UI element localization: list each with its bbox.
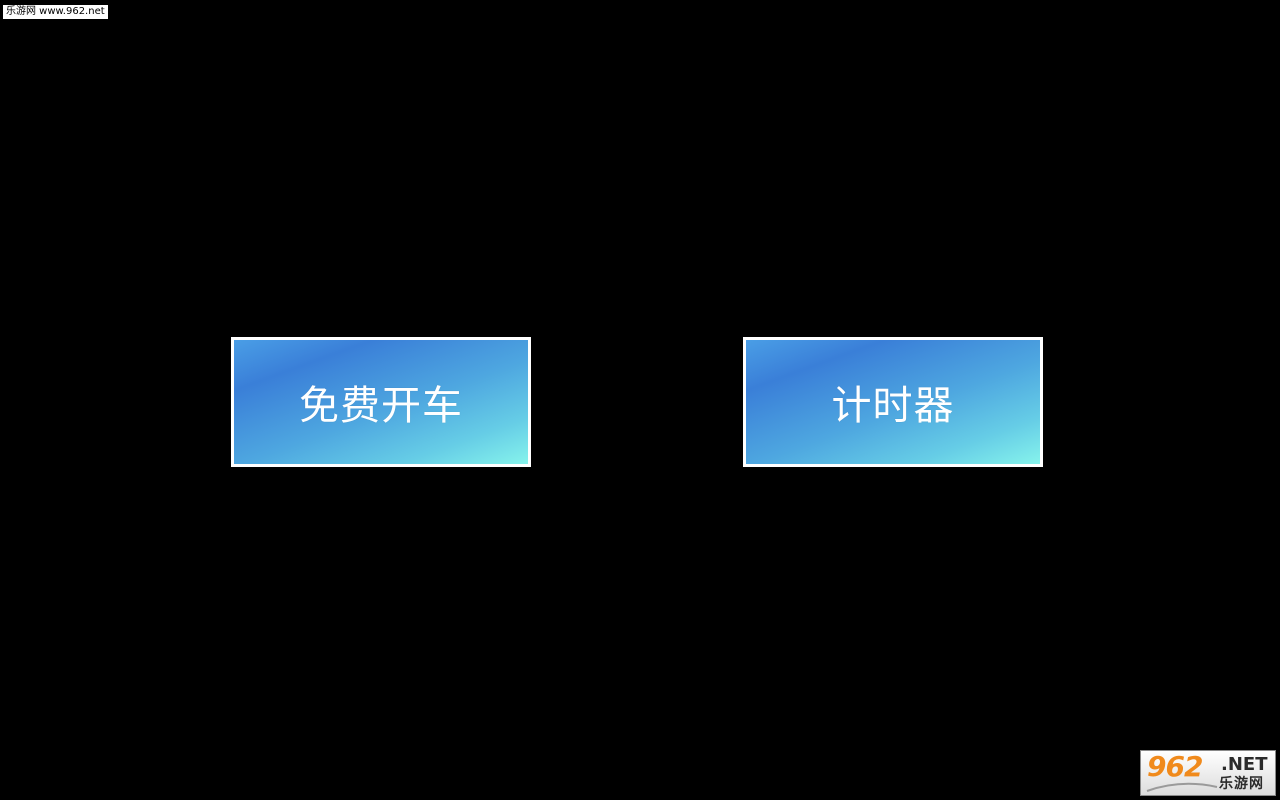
logo-suffix: .NET xyxy=(1221,754,1268,775)
timer-label: 计时器 xyxy=(831,383,955,429)
free-drive-label: 免费开车 xyxy=(299,383,463,429)
free-drive-button[interactable]: 免费开车 xyxy=(231,337,531,467)
site-logo: 962 .NET 乐游网 xyxy=(1140,750,1276,796)
logo-number: 962 xyxy=(1147,750,1203,783)
logo-chinese-name: 乐游网 xyxy=(1219,776,1264,792)
logo-swoosh-icon xyxy=(1146,782,1218,792)
game-screen: 乐游网 www.962.net 免费开车 计时器 962 .NET 乐游网 xyxy=(0,0,1280,800)
site-watermark: 乐游网 www.962.net xyxy=(3,5,108,19)
timer-button[interactable]: 计时器 xyxy=(743,337,1043,467)
